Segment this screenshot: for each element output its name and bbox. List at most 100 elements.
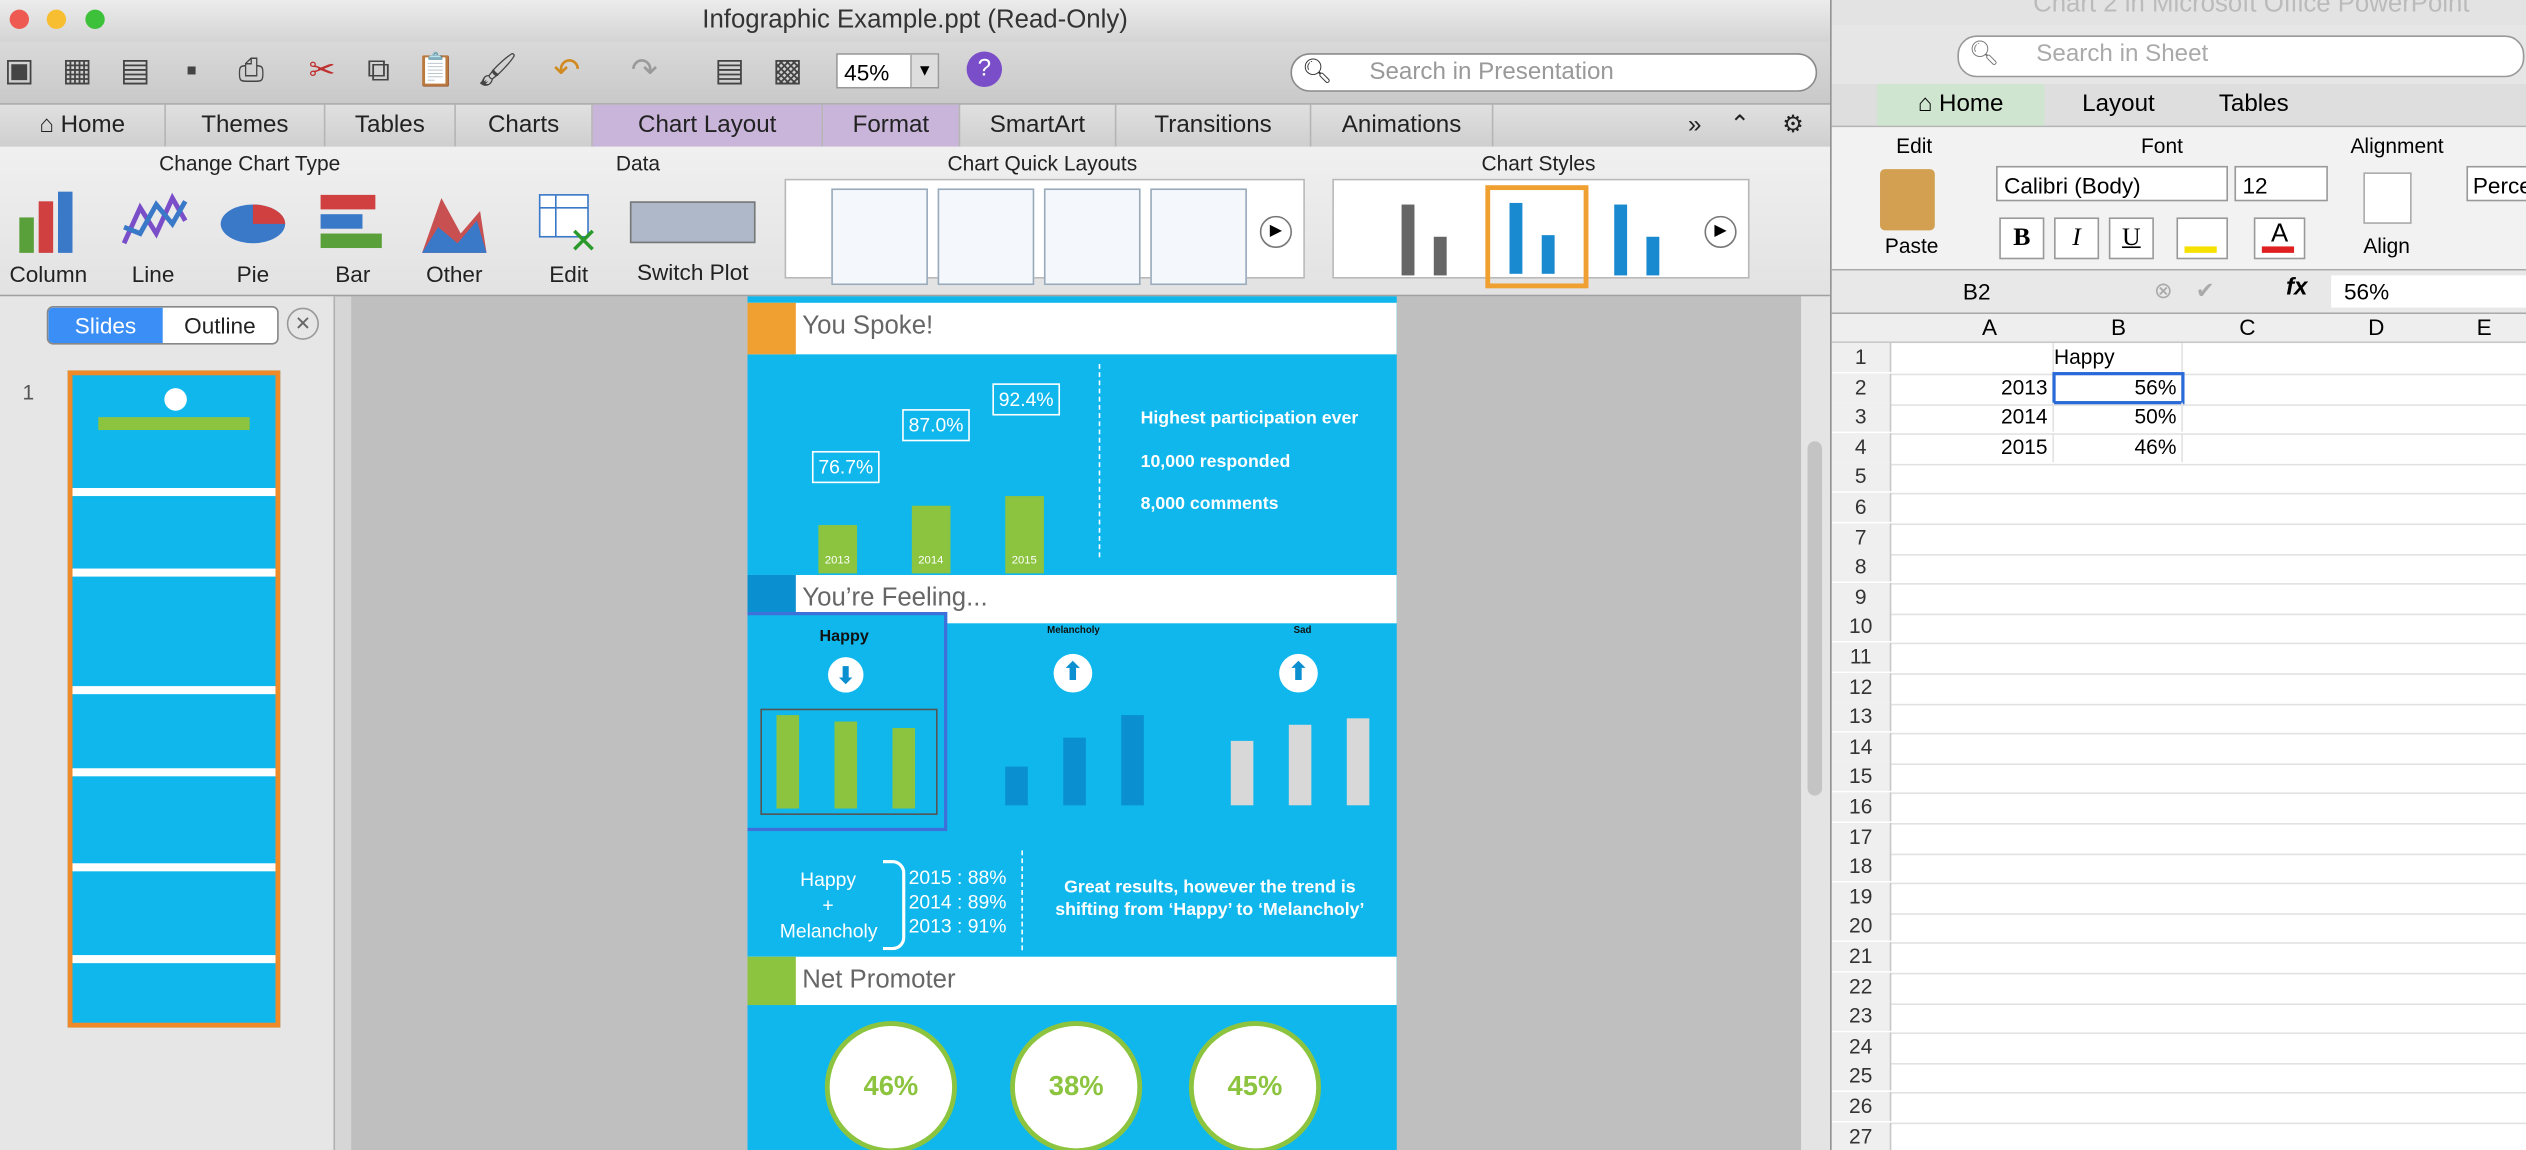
align-icon[interactable] bbox=[2363, 172, 2412, 224]
row-number[interactable]: 17 bbox=[1831, 822, 1892, 852]
zoom-select[interactable]: 45% ▼ bbox=[836, 53, 940, 89]
print-icon[interactable]: ⎙ bbox=[232, 52, 271, 91]
sheet-search-input[interactable]: 🔍︎ Search in Sheet bbox=[1957, 35, 2525, 78]
row-number[interactable]: 25 bbox=[1831, 1062, 1892, 1092]
tab-tables[interactable]: Tables bbox=[325, 104, 456, 147]
fill-color-icon[interactable] bbox=[2176, 217, 2229, 260]
format-painter-icon[interactable]: 🖌 bbox=[477, 52, 518, 91]
tab-themes[interactable]: Themes bbox=[166, 104, 326, 147]
column-chart-button[interactable]: Column bbox=[6, 185, 90, 287]
underline-icon[interactable]: U bbox=[2108, 217, 2154, 260]
row-number[interactable]: 13 bbox=[1831, 702, 1892, 732]
next-arrow-icon[interactable]: ▶ bbox=[1704, 215, 1737, 249]
column-header[interactable]: B bbox=[2054, 314, 2183, 340]
row-number[interactable]: 15 bbox=[1831, 762, 1892, 792]
column-header[interactable]: D bbox=[2312, 314, 2441, 340]
cut-icon[interactable]: ✂ bbox=[303, 52, 342, 91]
row-number[interactable]: 12 bbox=[1831, 672, 1892, 702]
collapse-ribbon-icon[interactable]: ⌃ bbox=[1721, 105, 1760, 147]
column-header[interactable]: A bbox=[1925, 314, 2054, 340]
new-icon[interactable]: ▣ bbox=[0, 52, 39, 91]
quick-layout-4[interactable] bbox=[1150, 188, 1247, 286]
quick-layout-2[interactable] bbox=[937, 188, 1035, 286]
bar-chart-button[interactable]: Bar bbox=[309, 185, 396, 287]
cell-a1[interactable] bbox=[1925, 343, 2055, 373]
italic-icon[interactable]: I bbox=[2054, 217, 2100, 260]
gallery-icon[interactable]: ▦ bbox=[58, 52, 97, 91]
cell-value[interactable]: 56% bbox=[2052, 371, 2185, 404]
presentation-search-input[interactable]: 🔍︎ Search in Presentation bbox=[1290, 53, 1818, 92]
row-number[interactable]: 5 bbox=[1831, 462, 1892, 492]
row-number[interactable]: 23 bbox=[1831, 1002, 1892, 1032]
vertical-scrollbar[interactable] bbox=[1801, 296, 1831, 1150]
quick-layout-1[interactable] bbox=[831, 188, 928, 286]
tab-charts[interactable]: Charts bbox=[456, 104, 593, 147]
chart-style-blue-selected[interactable] bbox=[1485, 185, 1589, 289]
column-header[interactable]: C bbox=[2183, 314, 2312, 340]
row-number[interactable]: 4 bbox=[1831, 432, 1892, 462]
switch-plot-button[interactable]: Switch Plot bbox=[628, 201, 757, 285]
row-number[interactable]: 2 bbox=[1831, 373, 1892, 402]
chart-style-blue[interactable] bbox=[1592, 188, 1685, 281]
tab-slides[interactable]: Slides bbox=[48, 307, 163, 344]
cell-year[interactable]: 2013 bbox=[1925, 373, 2055, 402]
row-number[interactable]: 24 bbox=[1831, 1032, 1892, 1062]
tab-format[interactable]: Format bbox=[823, 104, 961, 147]
row-number[interactable]: 6 bbox=[1831, 492, 1892, 522]
column-header[interactable]: E bbox=[2441, 314, 2526, 340]
help-icon[interactable]: ? bbox=[966, 51, 1003, 87]
font-color-icon[interactable]: A bbox=[2253, 217, 2306, 260]
tab-smartart[interactable]: SmartArt bbox=[960, 104, 1117, 147]
row-number[interactable]: 19 bbox=[1831, 882, 1892, 912]
formula-input[interactable]: 56% bbox=[2331, 275, 2526, 308]
cell-value[interactable]: 50% bbox=[2054, 402, 2183, 432]
number-format-select[interactable]: Perce bbox=[2466, 165, 2526, 202]
tab-home[interactable]: ⌂ Home bbox=[0, 104, 166, 147]
slide-thumbnail[interactable] bbox=[67, 370, 281, 1028]
name-box[interactable]: B2 bbox=[1838, 275, 2115, 307]
next-arrow-icon[interactable]: ▶ bbox=[1259, 215, 1293, 249]
bold-icon[interactable]: B bbox=[1999, 217, 2045, 260]
row-number[interactable]: 8 bbox=[1831, 552, 1892, 582]
quick-layout-3[interactable] bbox=[1043, 188, 1141, 286]
paste-icon[interactable]: 📋 bbox=[416, 52, 456, 91]
row-number[interactable]: 10 bbox=[1831, 612, 1892, 642]
chart-style-gray[interactable] bbox=[1379, 188, 1472, 281]
xl-tab-tables[interactable]: Tables bbox=[2193, 84, 2315, 126]
row-number[interactable]: 18 bbox=[1831, 852, 1892, 882]
row-number[interactable]: 20 bbox=[1831, 912, 1892, 942]
row-number[interactable]: 9 bbox=[1831, 582, 1892, 612]
cell-year[interactable]: 2014 bbox=[1925, 402, 2055, 432]
open-icon[interactable]: ▤ bbox=[116, 52, 155, 91]
row-number[interactable]: 21 bbox=[1831, 942, 1892, 972]
row-number[interactable]: 26 bbox=[1831, 1091, 1892, 1121]
row-number[interactable]: 3 bbox=[1831, 402, 1892, 432]
row-number[interactable]: 22 bbox=[1831, 972, 1892, 1002]
quick-layouts-gallery[interactable]: ▶ bbox=[784, 178, 1305, 286]
close-icon[interactable]: ✕ bbox=[286, 307, 319, 340]
undo-icon[interactable]: ↶ bbox=[548, 52, 587, 91]
line-chart-button[interactable]: Line bbox=[106, 185, 199, 287]
row-number[interactable]: 27 bbox=[1831, 1121, 1892, 1150]
cell-value[interactable]: 46% bbox=[2054, 432, 2183, 462]
tab-transitions[interactable]: Transitions bbox=[1116, 104, 1312, 147]
row-number[interactable]: 11 bbox=[1831, 642, 1892, 672]
other-chart-button[interactable]: Other bbox=[409, 185, 499, 287]
cell-year[interactable]: 2015 bbox=[1925, 432, 2055, 462]
font-size-select[interactable]: 12 bbox=[2234, 165, 2328, 202]
media-icon[interactable]: ▩ bbox=[768, 52, 807, 91]
happy-chart-selected[interactable]: Happy ⬇ bbox=[747, 612, 948, 832]
pie-chart-button[interactable]: Pie bbox=[209, 185, 296, 287]
tab-outline[interactable]: Outline bbox=[163, 308, 277, 343]
row-number[interactable]: 14 bbox=[1831, 732, 1892, 762]
row-number[interactable]: 16 bbox=[1831, 792, 1892, 822]
font-name-select[interactable]: Calibri (Body) bbox=[1996, 165, 2229, 202]
row-number[interactable]: 7 bbox=[1831, 522, 1892, 552]
save-icon[interactable]: ▪ bbox=[172, 52, 211, 91]
tab-chart-layout[interactable]: Chart Layout bbox=[592, 104, 824, 147]
row-number[interactable]: 1 bbox=[1831, 343, 1892, 373]
tab-animations[interactable]: Animations bbox=[1311, 104, 1494, 147]
redo-icon[interactable]: ↷ bbox=[625, 52, 664, 91]
edit-data-button[interactable]: ✕ Edit bbox=[525, 185, 612, 287]
confirm-icon[interactable]: ✔ bbox=[2196, 277, 2215, 304]
